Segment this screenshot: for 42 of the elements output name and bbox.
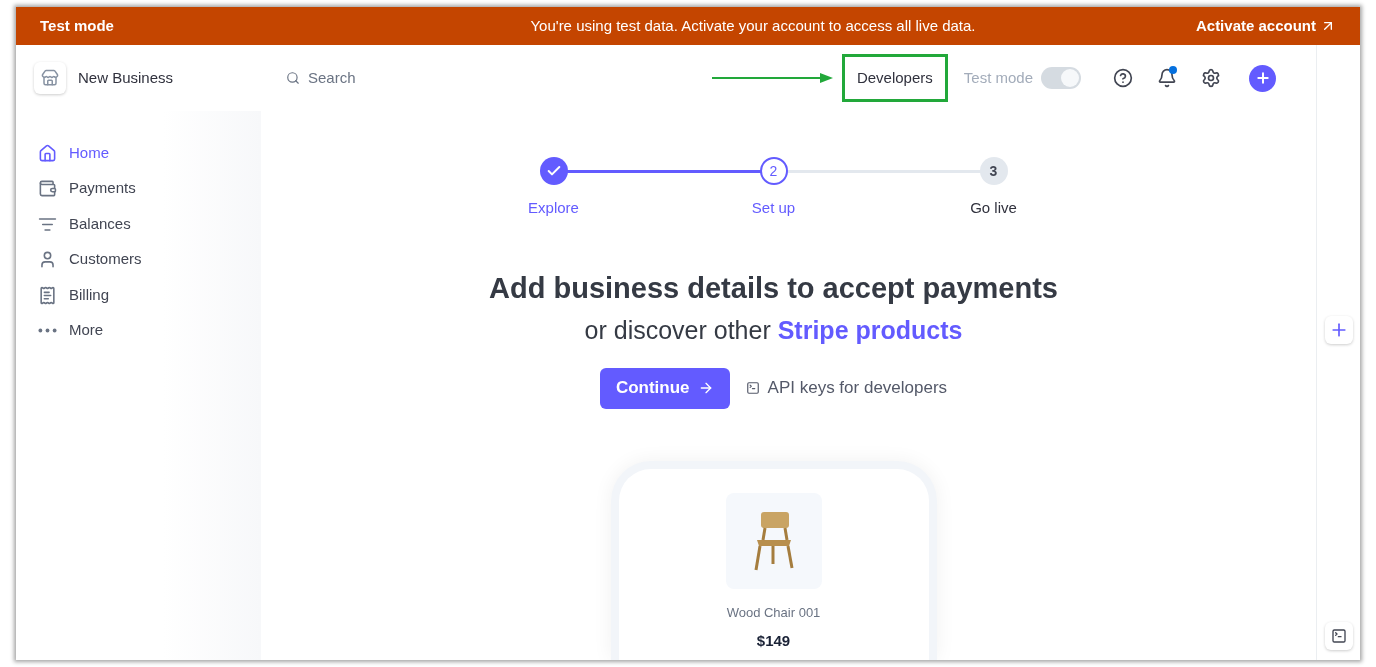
help-icon bbox=[1113, 68, 1133, 88]
terminal-icon bbox=[1330, 628, 1347, 644]
test-mode-label: Test mode bbox=[963, 67, 1033, 88]
terminal-icon bbox=[745, 381, 760, 395]
sidebar-item[interactable]: Home bbox=[38, 142, 261, 164]
banner-label: Test mode bbox=[40, 15, 115, 36]
help-button[interactable] bbox=[1113, 68, 1133, 88]
wallet-icon bbox=[38, 179, 57, 198]
step-marker: 2 bbox=[759, 157, 788, 185]
product-name: Wood Chair 001 bbox=[726, 603, 821, 622]
api-keys-link[interactable]: API keys for developers bbox=[745, 375, 948, 401]
sidebar-item[interactable]: Billing bbox=[38, 284, 261, 306]
step-marker: 3 bbox=[979, 157, 1008, 185]
search-icon bbox=[286, 71, 300, 85]
receipt-icon bbox=[38, 285, 57, 305]
add-button[interactable] bbox=[1324, 316, 1353, 344]
create-button[interactable] bbox=[1249, 64, 1276, 92]
settings-button[interactable] bbox=[1201, 68, 1221, 88]
home-icon bbox=[38, 143, 57, 163]
sidebar-item[interactable]: More bbox=[38, 319, 261, 342]
sidebar-item[interactable]: Balances bbox=[38, 213, 261, 235]
product-price: $149 bbox=[756, 631, 791, 651]
account-name: New Business bbox=[78, 67, 174, 88]
person-icon bbox=[38, 250, 57, 269]
hero-title: Add business details to accept payments bbox=[489, 270, 1058, 306]
banner-message: You're using test data. Activate your account to access all live data. bbox=[529, 15, 977, 36]
developers-button[interactable]: Developers bbox=[841, 54, 948, 102]
step-label: Set up bbox=[751, 198, 796, 218]
sidebar-item[interactable]: Payments bbox=[38, 177, 261, 200]
settings-icon bbox=[1201, 68, 1221, 88]
sidebar-item[interactable]: Customers bbox=[38, 248, 261, 271]
plus-icon bbox=[1254, 70, 1271, 86]
store-icon bbox=[41, 69, 59, 87]
continue-button[interactable]: Continue bbox=[599, 367, 730, 409]
search-field[interactable]: Search bbox=[308, 66, 458, 90]
activate-account-link[interactable]: Activate account bbox=[1136, 14, 1336, 38]
notifications-button[interactable] bbox=[1157, 68, 1177, 88]
terminal-button[interactable] bbox=[1324, 622, 1353, 650]
step-label: Go live bbox=[970, 198, 1017, 218]
more-icon bbox=[38, 328, 57, 333]
hero-subtitle: or discover other Stripe products bbox=[584, 315, 963, 346]
step-label: Explore bbox=[528, 198, 579, 218]
